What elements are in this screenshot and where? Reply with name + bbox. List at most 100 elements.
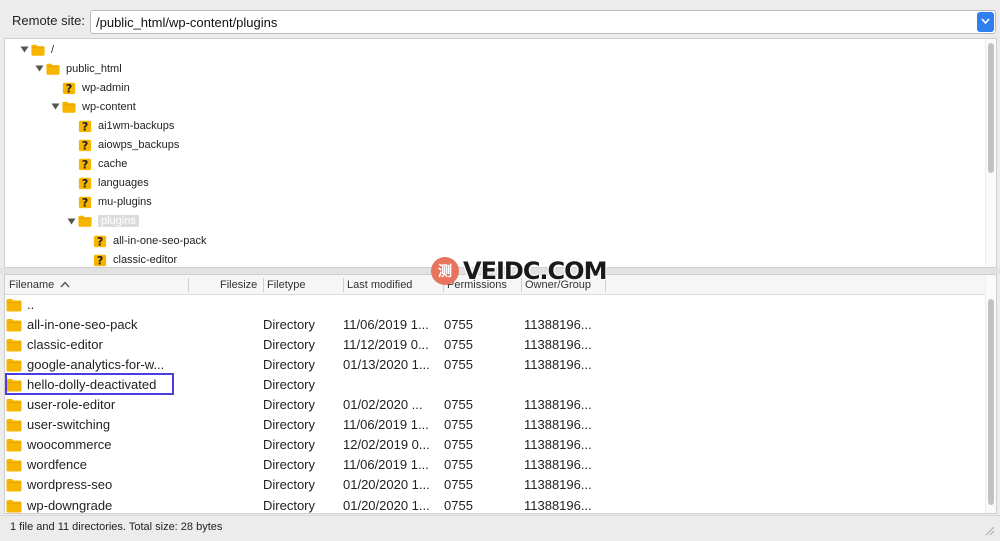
triangle-down-icon — [51, 103, 59, 110]
tree-node[interactable]: ? all-in-one-seo-pack — [79, 231, 207, 250]
remote-directory-tree[interactable]: / public_html? wp-admin wp-content? ai1wm-ba… — [4, 38, 997, 268]
file-type: Directory — [263, 357, 316, 373]
file-row[interactable]: .. — [5, 295, 987, 315]
tree-node-label[interactable]: public_html — [66, 63, 122, 75]
file-list-scrollbar[interactable] — [985, 275, 996, 513]
column-separator[interactable] — [188, 278, 189, 292]
file-row[interactable]: all-in-one-seo-pack Directory 11/06/2019 1… — [5, 315, 987, 335]
folder-icon — [6, 399, 22, 412]
file-type: Directory — [263, 497, 316, 513]
column-header-last-modified[interactable]: Last modified — [347, 279, 412, 291]
remote-site-bar: Remote site: /public_html/wp-content/plu… — [0, 0, 1000, 40]
expand-toggle[interactable] — [64, 218, 78, 225]
highlight-box — [5, 373, 174, 396]
column-header-filename[interactable]: Filename — [9, 279, 70, 291]
ftp-client-window: Remote site: /public_html/wp-content/plu… — [0, 0, 1000, 541]
unknown-folder-icon: ? — [62, 81, 76, 95]
file-name: woocommerce — [27, 437, 112, 453]
tree-node-label[interactable]: all-in-one-seo-pack — [113, 235, 207, 247]
file-name: google-analytics-for-w... — [27, 357, 165, 373]
remote-file-list[interactable]: Filename Filesize Filetype Last modified… — [4, 274, 997, 514]
remote-site-path-value[interactable]: /public_html/wp-content/plugins — [96, 15, 277, 30]
tree-node[interactable]: / — [17, 40, 54, 59]
file-name: .. — [27, 297, 35, 312]
expand-toggle[interactable] — [48, 103, 62, 110]
column-header-filesize[interactable]: Filesize — [220, 279, 257, 291]
tree-node-label[interactable]: aiowps_backups — [98, 139, 179, 151]
file-row[interactable]: woocommerce Directory 12/02/2019 0... 0755 1… — [5, 435, 987, 455]
tree-node[interactable]: ? ai1wm-backups — [64, 116, 174, 135]
scrollbar-thumb[interactable] — [988, 299, 994, 505]
file-permissions: 0755 — [444, 497, 473, 513]
file-permissions: 0755 — [444, 397, 473, 413]
svg-text:?: ? — [82, 157, 89, 171]
tree-node-label[interactable]: ai1wm-backups — [98, 120, 174, 132]
dropdown-button[interactable] — [977, 12, 994, 32]
tree-node[interactable]: plugins — [64, 212, 139, 231]
folder-icon — [6, 419, 22, 432]
file-type: Directory — [263, 457, 316, 473]
tree-node[interactable]: public_html — [32, 59, 122, 78]
file-row[interactable]: classic-editor Directory 11/12/2019 0... 07… — [5, 335, 987, 355]
tree-node[interactable]: wp-content — [48, 97, 136, 116]
scrollbar-thumb[interactable] — [988, 43, 994, 173]
file-permissions: 0755 — [444, 417, 473, 433]
svg-text:?: ? — [82, 177, 89, 191]
unknown-folder-icon: ? — [93, 234, 107, 248]
file-modified: 11/06/2019 1... — [343, 457, 429, 473]
tree-node[interactable]: ? mu-plugins — [64, 193, 152, 212]
file-owner-group: 11388196... — [524, 477, 592, 493]
tree-node-label[interactable]: classic-editor — [113, 254, 177, 266]
file-row[interactable]: wp-downgrade Directory 01/20/2020 1... 0755… — [5, 496, 987, 514]
tree-node[interactable]: ? aiowps_backups — [64, 136, 179, 155]
svg-text:?: ? — [97, 234, 104, 248]
column-separator[interactable] — [343, 278, 344, 292]
folder-icon — [6, 339, 22, 352]
resize-grip-icon[interactable] — [983, 518, 997, 538]
tree-node[interactable]: ? languages — [64, 174, 149, 193]
file-owner-group: 11388196... — [524, 397, 592, 413]
svg-text:?: ? — [82, 119, 89, 133]
file-owner-group: 11388196... — [524, 457, 592, 473]
unknown-folder-icon: ? — [78, 196, 92, 209]
file-row[interactable]: wordfence Directory 11/06/2019 1... 0755 113… — [5, 455, 987, 475]
file-type: Directory — [263, 377, 316, 393]
tree-node[interactable]: ? wp-admin — [48, 78, 130, 97]
tree-node[interactable]: ? cache — [64, 155, 127, 174]
chevron-down-icon — [981, 18, 990, 25]
folder-icon — [46, 63, 60, 75]
tree-node[interactable]: ? classic-editor — [79, 250, 177, 267]
file-name: wordpress-seo — [27, 477, 113, 493]
file-name: wp-downgrade — [27, 497, 113, 513]
file-modified: 11/06/2019 1... — [343, 317, 429, 333]
file-owner-group: 11388196... — [524, 357, 592, 373]
file-owner-group: 11388196... — [524, 437, 592, 453]
tree-node-label[interactable]: / — [51, 44, 54, 56]
file-row[interactable]: user-switching Directory 11/06/2019 1... 07… — [5, 415, 987, 435]
tree-node-label[interactable]: mu-plugins — [98, 196, 152, 208]
file-row[interactable]: hello-dolly-deactivated Directory — [5, 373, 987, 396]
file-type: Directory — [263, 417, 316, 433]
folder-icon — [6, 359, 22, 372]
expand-toggle[interactable] — [32, 65, 46, 72]
tree-node-label[interactable]: wp-admin — [82, 82, 130, 94]
file-row[interactable]: google-analytics-for-w... Directory 01/13/… — [5, 355, 987, 375]
file-modified: 11/06/2019 1... — [343, 417, 429, 433]
file-type: Directory — [263, 437, 316, 453]
expand-toggle[interactable] — [17, 46, 31, 53]
folder-icon — [6, 439, 22, 452]
tree-node-label[interactable]: plugins — [98, 215, 139, 228]
tree-node-label[interactable]: cache — [98, 158, 127, 170]
file-name: classic-editor — [27, 337, 103, 353]
file-row[interactable]: user-role-editor Directory 01/02/2020 ... 0… — [5, 395, 987, 415]
column-separator[interactable] — [263, 278, 264, 292]
unknown-folder-icon: ? — [93, 253, 107, 267]
column-header-filetype[interactable]: Filetype — [267, 279, 306, 291]
file-row[interactable]: wordpress-seo Directory 01/20/2020 1... 075… — [5, 475, 987, 495]
remote-site-path-combobox[interactable]: /public_html/wp-content/plugins — [90, 10, 996, 34]
folder-icon — [6, 319, 22, 332]
tree-node-label[interactable]: languages — [98, 177, 149, 189]
file-name: wordfence — [27, 457, 87, 473]
tree-scrollbar[interactable] — [985, 39, 996, 267]
tree-node-label[interactable]: wp-content — [82, 101, 136, 113]
